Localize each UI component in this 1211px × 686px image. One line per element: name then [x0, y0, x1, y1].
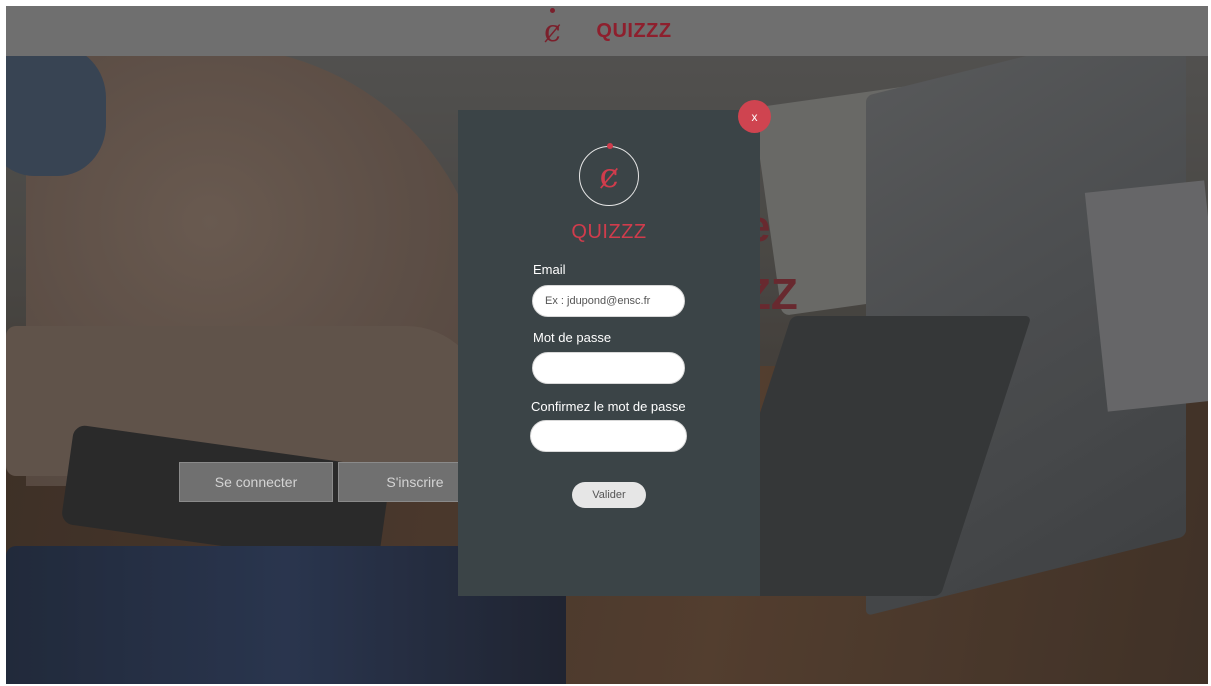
confirm-password-label: Confirmez le mot de passe: [531, 399, 686, 414]
app-brand: QUIZZZ: [596, 19, 672, 42]
login-button[interactable]: Se connecter: [179, 462, 333, 502]
close-button[interactable]: x: [738, 100, 771, 133]
email-field[interactable]: [532, 285, 685, 317]
password-field[interactable]: [532, 352, 685, 384]
top-bar: ȼ QUIZZZ: [6, 6, 1208, 56]
password-label: Mot de passe: [533, 330, 612, 345]
confirm-password-field[interactable]: [530, 420, 687, 452]
modal-logo-icon: ȼ: [579, 143, 639, 206]
modal-brand: QUIZZZ: [571, 221, 647, 243]
submit-button[interactable]: Valider: [572, 482, 646, 508]
email-label: Email: [533, 262, 566, 277]
logo-icon: ȼ: [542, 7, 562, 49]
